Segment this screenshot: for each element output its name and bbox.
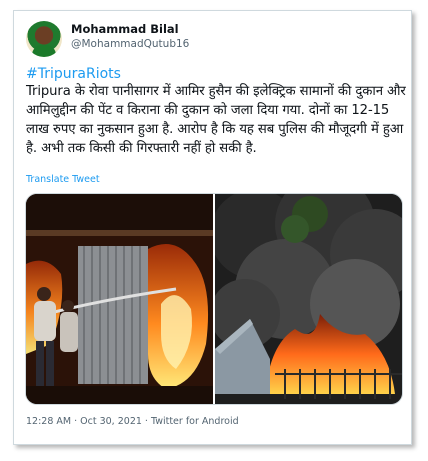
avatar-shirt — [32, 45, 56, 57]
media-photo-left[interactable] — [26, 194, 213, 404]
author-handle[interactable]: @MohammadQutub16 — [71, 38, 189, 50]
translate-tweet-link[interactable]: Translate Tweet — [26, 174, 100, 185]
media-photo-right[interactable] — [215, 194, 402, 404]
smoke-fire-photo — [215, 194, 402, 404]
media-grid — [25, 193, 403, 405]
tweet-text: Tripura के रोवा पानीसागर में आमिर हुसैन … — [26, 84, 406, 156]
tweet-card: Mohammad Bilal @MohammadQutub16 #Tripura… — [13, 10, 412, 445]
hashtag-link[interactable]: #TripuraRiots — [26, 66, 121, 82]
avatar[interactable] — [26, 21, 62, 57]
burning-shop-photo — [26, 194, 213, 404]
tweet-timestamp[interactable]: 12:28 AM · Oct 30, 2021 · Twitter for An… — [26, 416, 239, 427]
author-name[interactable]: Mohammad Bilal — [71, 22, 179, 36]
